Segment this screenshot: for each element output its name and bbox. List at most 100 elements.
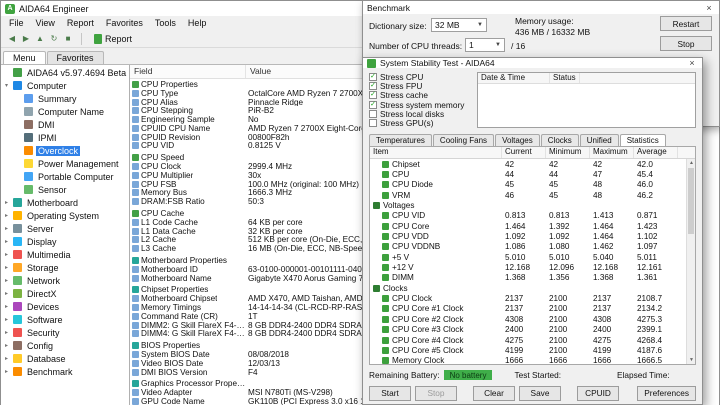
tree-item-server[interactable]: ▸ Server (1, 222, 129, 235)
tab-temperatures[interactable]: Temperatures (369, 134, 432, 146)
stats-row-cpu-core-5-clock[interactable]: CPU Core #5 Clock 4199 2100 4199 4187.6 (370, 345, 695, 355)
column-header-date-time[interactable]: Date & Time (478, 73, 550, 83)
stats-row-5-v[interactable]: +5 V 5.010 5.010 5.040 5.011 (370, 252, 695, 262)
expand-arrow-icon[interactable]: ▸ (3, 316, 10, 323)
stats-row-cpu-core[interactable]: CPU Core 1.464 1.392 1.464 1.423 (370, 221, 695, 231)
stop-icon[interactable]: ■ (61, 32, 75, 46)
stats-row-cpu-vddnb[interactable]: CPU VDDNB 1.086 1.080 1.462 1.097 (370, 242, 695, 252)
tree-item-dmi[interactable]: DMI (1, 118, 129, 131)
stats-row-cpu-vdd[interactable]: CPU VDD 1.092 1.092 1.464 1.102 (370, 231, 695, 241)
menu-help[interactable]: Help (183, 17, 212, 29)
tree-item-database[interactable]: ▸ Database (1, 352, 129, 365)
tree-item-network[interactable]: ▸ Network (1, 274, 129, 287)
tree-item-software[interactable]: ▸ Software (1, 313, 129, 326)
column-header-minimum[interactable]: Minimum (546, 147, 590, 158)
expand-arrow-icon[interactable]: ▸ (3, 199, 10, 206)
stats-row-cpu-core-3-clock[interactable]: CPU Core #3 Clock 2400 2100 2400 2399.1 (370, 325, 695, 335)
tree-item-security[interactable]: ▸ Security (1, 326, 129, 339)
up-arrow-icon[interactable]: ▲ (33, 32, 47, 46)
checkbox-stress-cpu[interactable]: ✓ Stress CPU (369, 72, 471, 82)
stress-log-list[interactable] (478, 84, 695, 127)
tree-item-storage[interactable]: ▸ Storage (1, 261, 129, 274)
stats-row-cpu[interactable]: CPU 44 44 47 45.4 (370, 169, 695, 179)
tab-voltages[interactable]: Voltages (495, 134, 540, 146)
column-header-maximum[interactable]: Maximum (590, 147, 634, 158)
forward-arrow-icon[interactable]: ▶ (19, 32, 33, 46)
column-header-average[interactable]: Average (634, 147, 678, 158)
benchmark-title-bar[interactable]: Benchmark × (363, 1, 719, 14)
tree-item-devices[interactable]: ▸ Devices (1, 300, 129, 313)
checkbox-stress-gpu-s[interactable]: Stress GPU(s) (369, 118, 471, 128)
stability-title-bar[interactable]: System Stability Test - AIDA64 × (363, 58, 702, 68)
expand-arrow-icon[interactable]: ▸ (3, 238, 10, 245)
cpuid-button[interactable]: CPUID (577, 385, 619, 401)
checkbox-stress-system-memory[interactable]: ✓ Stress system memory (369, 100, 471, 110)
menu-view[interactable]: View (31, 17, 60, 29)
tree-item-summary[interactable]: Summary (1, 92, 129, 105)
column-header-current[interactable]: Current (502, 147, 546, 158)
tree-item-power-management[interactable]: Power Management (1, 157, 129, 170)
clear-button[interactable]: Clear (473, 385, 515, 401)
preferences-button[interactable]: Preferences (637, 385, 696, 401)
menu-tools[interactable]: Tools (150, 17, 181, 29)
tree-item-aida64-v5-97-4694-beta[interactable]: AIDA64 v5.97.4694 Beta (1, 66, 129, 79)
stats-row-12-v[interactable]: +12 V 12.168 12.096 12.168 12.161 (370, 262, 695, 272)
scroll-up-icon[interactable]: ▲ (687, 159, 695, 167)
column-header-status[interactable]: Status (550, 73, 580, 83)
tree-item-benchmark[interactable]: ▸ Benchmark (1, 365, 129, 378)
expand-arrow-icon[interactable]: ▸ (3, 342, 10, 349)
tab-unified[interactable]: Unified (579, 134, 619, 146)
tree-item-computer[interactable]: ▾ Computer (1, 79, 129, 92)
expand-arrow-icon[interactable]: ▸ (3, 251, 10, 258)
stats-row-cpu-diode[interactable]: CPU Diode 45 45 48 46.0 (370, 180, 695, 190)
stats-row-cpu-core-4-clock[interactable]: CPU Core #4 Clock 4275 2100 4275 4268.4 (370, 335, 695, 345)
stats-row-cpu-clock[interactable]: CPU Clock 2137 2100 2137 2108.7 (370, 293, 695, 303)
dictionary-size-select[interactable]: 32 MB ▼ (431, 18, 487, 32)
stats-row-cpu-core-2-clock[interactable]: CPU Core #2 Clock 4308 2100 4308 4275.3 (370, 314, 695, 324)
tree-item-motherboard[interactable]: ▸ Motherboard (1, 196, 129, 209)
tab-favorites[interactable]: Favorites (46, 51, 104, 64)
tree-item-computer-name[interactable]: Computer Name (1, 105, 129, 118)
tab-cooling-fans[interactable]: Cooling Fans (432, 134, 495, 146)
cpu-threads-select[interactable]: 1 ▼ (465, 38, 505, 52)
refresh-icon[interactable]: ↻ (47, 32, 61, 46)
checkbox-stress-fpu[interactable]: ✓ Stress FPU (369, 81, 471, 91)
stats-row-chipset[interactable]: Chipset 42 42 42 42.0 (370, 159, 695, 169)
menu-file[interactable]: File (4, 17, 29, 29)
close-icon[interactable]: × (703, 3, 715, 13)
tree-item-overclock[interactable]: Overclock (1, 144, 129, 157)
collapse-arrow-icon[interactable]: ▾ (3, 82, 10, 89)
expand-arrow-icon[interactable]: ▸ (3, 277, 10, 284)
menu-favorites[interactable]: Favorites (101, 17, 148, 29)
tree-item-display[interactable]: ▸ Display (1, 235, 129, 248)
close-icon[interactable]: × (686, 58, 698, 68)
save-button[interactable]: Save (519, 385, 561, 401)
stats-row-cpu-core-1-clock[interactable]: CPU Core #1 Clock 2137 2100 2137 2134.2 (370, 304, 695, 314)
tab-clocks[interactable]: Clocks (540, 134, 579, 146)
expand-arrow-icon[interactable]: ▸ (3, 225, 10, 232)
scroll-down-icon[interactable]: ▼ (687, 356, 695, 364)
expand-arrow-icon[interactable]: ▸ (3, 329, 10, 336)
report-button[interactable]: Report (88, 33, 138, 45)
tree-item-multimedia[interactable]: ▸ Multimedia (1, 248, 129, 261)
expand-arrow-icon[interactable]: ▸ (3, 212, 10, 219)
tree-item-portable-computer[interactable]: Portable Computer (1, 170, 129, 183)
stats-row-vrm[interactable]: VRM 46 45 48 46.2 (370, 190, 695, 200)
restart-button[interactable]: Restart (660, 16, 712, 31)
back-arrow-icon[interactable]: ◀ (5, 32, 19, 46)
expand-arrow-icon[interactable]: ▸ (3, 355, 10, 362)
stats-row-dimm[interactable]: DIMM 1.368 1.356 1.368 1.361 (370, 273, 695, 283)
expand-arrow-icon[interactable]: ▸ (3, 264, 10, 271)
tree-item-ipmi[interactable]: IPMI (1, 131, 129, 144)
checkbox-stress-cache[interactable]: ✓ Stress cache (369, 90, 471, 100)
tree-item-sensor[interactable]: Sensor (1, 183, 129, 196)
menu-report[interactable]: Report (62, 17, 99, 29)
tree-item-config[interactable]: ▸ Config (1, 339, 129, 352)
tab-menu[interactable]: Menu (3, 51, 46, 64)
stats-row-cpu-vid[interactable]: CPU VID 0.813 0.813 1.413 0.871 (370, 211, 695, 221)
stats-scrollbar[interactable]: ▲ ▼ (686, 159, 695, 364)
column-header-item[interactable]: Item (370, 147, 502, 158)
expand-arrow-icon[interactable]: ▸ (3, 303, 10, 310)
stats-row-memory-clock[interactable]: Memory Clock 1666 1666 1666 1666.5 (370, 356, 695, 364)
tree-item-directx[interactable]: ▸ DirectX (1, 287, 129, 300)
